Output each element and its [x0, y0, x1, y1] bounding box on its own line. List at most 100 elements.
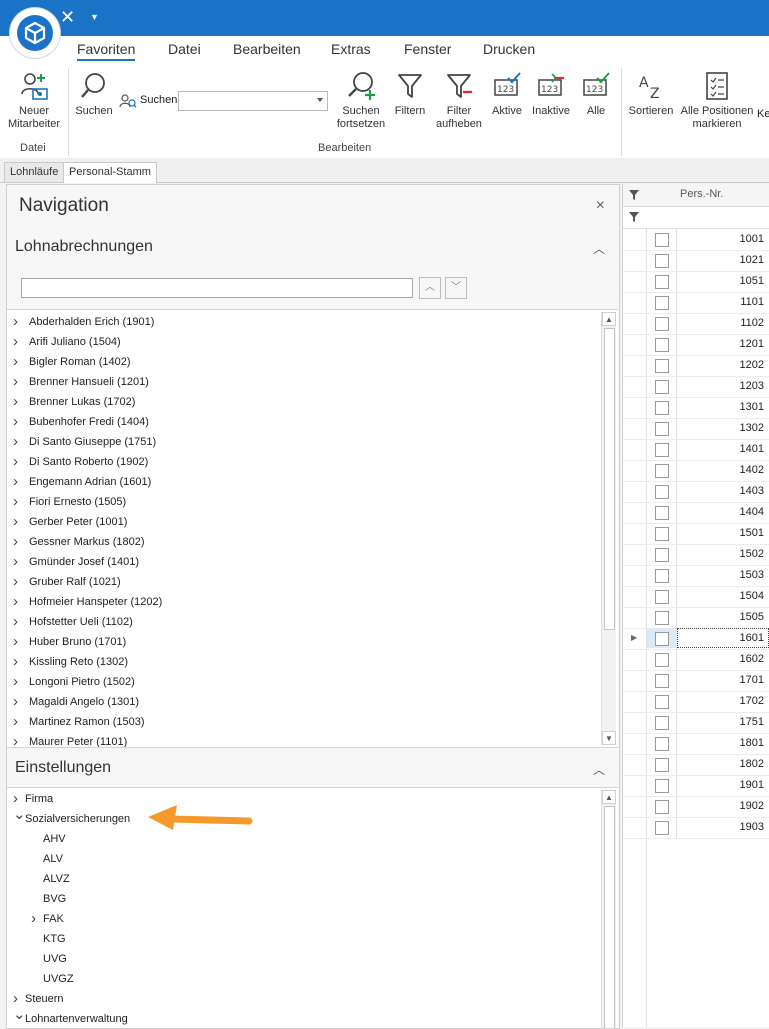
chevron-down-icon[interactable]: ⌄ — [13, 805, 26, 825]
table-row[interactable]: 1302 — [623, 418, 769, 440]
row-checkbox[interactable] — [655, 527, 669, 541]
row-checkbox[interactable] — [655, 254, 669, 268]
pers-nr-column-header[interactable]: Pers.-Nr. — [680, 188, 723, 200]
row-checkbox[interactable] — [655, 233, 669, 247]
search-button[interactable]: Suchen — [74, 70, 114, 118]
tree-item[interactable]: › Firma — [7, 789, 597, 809]
list-item[interactable]: › Maurer Peter (1101) — [7, 732, 597, 747]
pers-nr-cell[interactable]: 1202 — [740, 359, 764, 371]
chevron-right-icon[interactable]: › — [13, 532, 18, 552]
table-row[interactable]: 1504 — [623, 586, 769, 608]
pers-nr-cell[interactable]: 1402 — [740, 464, 764, 476]
pers-nr-cell[interactable]: 1401 — [740, 443, 764, 455]
chevron-right-icon[interactable]: › — [13, 312, 18, 332]
pers-nr-cell[interactable]: 1903 — [740, 821, 764, 833]
table-row[interactable]: 1402 — [623, 460, 769, 482]
row-checkbox[interactable] — [655, 296, 669, 310]
new-employee-button[interactable]: Neuer Mitarbeiter — [4, 70, 64, 131]
chevron-right-icon[interactable]: › — [13, 672, 18, 692]
scroll-down-icon[interactable]: ▼ — [602, 731, 616, 745]
chevron-up-icon[interactable]: ︿ — [593, 761, 605, 778]
pers-nr-cell[interactable]: 1901 — [740, 779, 764, 791]
tab-personal-stamm[interactable]: Personal-Stamm — [63, 162, 157, 183]
close-icon[interactable]: × — [596, 197, 605, 215]
table-row[interactable]: 1202 — [623, 355, 769, 377]
all-button[interactable]: 123 Alle — [578, 70, 614, 118]
row-checkbox[interactable] — [655, 485, 669, 499]
settings-tree[interactable]: ▲ › Firma ⌄ Sozialversicherungen AHV ALV ALVZ B… — [7, 787, 618, 1028]
menu-bearbeiten[interactable]: Bearbeiten — [233, 41, 301, 57]
pers-nr-cell[interactable]: 1404 — [740, 506, 764, 518]
pers-nr-cell[interactable]: 1102 — [740, 317, 764, 329]
pers-nr-cell[interactable]: 1505 — [740, 611, 764, 623]
pers-nr-cell[interactable]: 1502 — [740, 548, 764, 560]
table-row[interactable]: 1101 — [623, 292, 769, 314]
chevron-down-icon[interactable] — [317, 98, 323, 102]
truncated-button-label[interactable]: Ke — [757, 108, 769, 120]
row-checkbox[interactable] — [655, 317, 669, 331]
list-item[interactable]: › Hofstetter Ueli (1102) — [7, 612, 597, 632]
chevron-right-icon[interactable]: › — [13, 332, 18, 352]
list-item[interactable]: › Bigler Roman (1402) — [7, 352, 597, 372]
pers-nr-cell[interactable]: 1203 — [740, 380, 764, 392]
scroll-up-icon[interactable]: ▲ — [602, 790, 616, 804]
employee-list-scrollbar[interactable]: ▲ ▼ — [601, 312, 616, 745]
chevron-right-icon[interactable]: › — [13, 632, 18, 652]
chevron-right-icon[interactable]: › — [13, 712, 18, 732]
chevron-right-icon[interactable]: › — [13, 372, 18, 392]
table-row[interactable]: 1902 — [623, 796, 769, 818]
employee-list[interactable]: ▲ ▼ › Abderhalden Erich (1901) › Arifi Juli… — [7, 309, 618, 748]
scroll-thumb[interactable] — [604, 328, 615, 630]
list-item[interactable]: › Gmünder Josef (1401) — [7, 552, 597, 572]
tree-item[interactable]: UVGZ — [7, 969, 597, 989]
pers-nr-cell[interactable]: 1302 — [740, 422, 764, 434]
tree-item[interactable]: BVG — [7, 889, 597, 909]
table-row[interactable]: 1801 — [623, 733, 769, 755]
row-checkbox[interactable] — [655, 800, 669, 814]
previous-match-button[interactable]: ︿ — [419, 277, 441, 299]
pers-nr-cell[interactable]: 1701 — [740, 674, 764, 686]
list-item[interactable]: › Hofmeier Hanspeter (1202) — [7, 592, 597, 612]
row-checkbox[interactable] — [655, 380, 669, 394]
list-item[interactable]: › Fiori Ernesto (1505) — [7, 492, 597, 512]
pers-nr-cell[interactable]: 1504 — [740, 590, 764, 602]
list-item[interactable]: › Gerber Peter (1001) — [7, 512, 597, 532]
row-checkbox[interactable] — [655, 548, 669, 562]
chevron-right-icon[interactable]: › — [13, 352, 18, 372]
filter-icon[interactable] — [629, 190, 639, 200]
next-match-button[interactable]: ﹀ — [445, 277, 467, 299]
table-row[interactable]: 1501 — [623, 523, 769, 545]
chevron-right-icon[interactable]: › — [13, 452, 18, 472]
table-row[interactable]: 1021 — [623, 250, 769, 272]
list-item[interactable]: › Di Santo Giuseppe (1751) — [7, 432, 597, 452]
tree-item[interactable]: › FAK — [7, 909, 597, 929]
chevron-right-icon[interactable]: › — [13, 592, 18, 612]
close-icon[interactable]: ✕ — [60, 8, 75, 26]
tree-item[interactable]: ALVZ — [7, 869, 597, 889]
chevron-right-icon[interactable]: › — [13, 552, 18, 572]
row-checkbox[interactable] — [655, 716, 669, 730]
row-checkbox[interactable] — [655, 674, 669, 688]
table-row[interactable]: 1802 — [623, 754, 769, 776]
list-item[interactable]: › Brenner Hansueli (1201) — [7, 372, 597, 392]
list-item[interactable]: › Martinez Ramon (1503) — [7, 712, 597, 732]
grid-filter-row[interactable] — [623, 207, 769, 229]
pers-nr-cell[interactable]: 1301 — [740, 401, 764, 413]
row-checkbox[interactable] — [655, 443, 669, 457]
pers-nr-cell[interactable]: 1001 — [740, 233, 764, 245]
list-item[interactable]: › Magaldi Angelo (1301) — [7, 692, 597, 712]
settings-scrollbar[interactable]: ▲ — [601, 790, 616, 1028]
table-row[interactable]: 1001 — [623, 229, 769, 251]
row-checkbox[interactable] — [655, 401, 669, 415]
pers-nr-cell[interactable]: 1602 — [740, 653, 764, 665]
chevron-right-icon[interactable]: › — [13, 472, 18, 492]
row-checkbox[interactable] — [655, 569, 669, 583]
chevron-right-icon[interactable]: › — [13, 652, 18, 672]
row-checkbox[interactable] — [655, 359, 669, 373]
row-checkbox[interactable] — [655, 464, 669, 478]
list-item[interactable]: › Arifi Juliano (1504) — [7, 332, 597, 352]
row-checkbox[interactable] — [655, 611, 669, 625]
pers-nr-cell[interactable]: 1501 — [740, 527, 764, 539]
scroll-up-icon[interactable]: ▲ — [602, 312, 616, 326]
chevron-right-icon[interactable]: › — [13, 572, 18, 592]
